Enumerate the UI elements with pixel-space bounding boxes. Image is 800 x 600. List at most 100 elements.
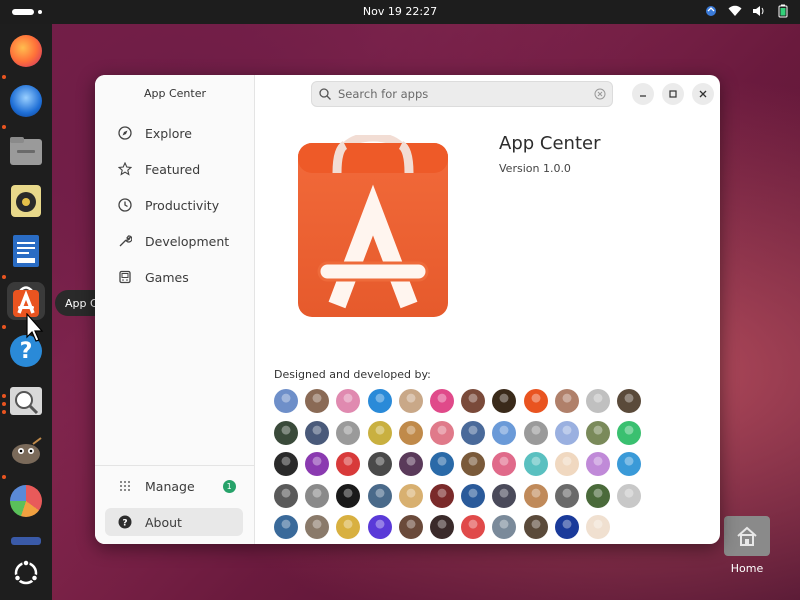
contributor-avatar[interactable]	[554, 483, 579, 508]
nav-featured[interactable]: Featured	[105, 155, 243, 183]
dock-rhythmbox[interactable]	[7, 182, 45, 220]
show-apps-button[interactable]	[7, 554, 45, 592]
nav-explore[interactable]: Explore	[105, 119, 243, 147]
contributor-avatar[interactable]	[429, 389, 454, 413]
contributor-avatar[interactable]	[398, 483, 423, 508]
nav-about[interactable]: ? About	[105, 508, 243, 536]
contributor-avatar[interactable]	[585, 483, 610, 508]
contributor-avatar[interactable]	[305, 389, 330, 413]
contributor-avatar[interactable]	[274, 420, 298, 445]
contributor-avatar[interactable]	[367, 389, 392, 413]
nav-games[interactable]: Games	[105, 263, 243, 291]
wrench-icon	[117, 233, 133, 249]
nav-manage[interactable]: Manage 1	[105, 472, 243, 500]
contributor-avatar[interactable]	[398, 452, 423, 476]
contributor-avatar[interactable]	[492, 420, 517, 445]
clear-icon[interactable]	[594, 88, 606, 100]
contributor-avatar[interactable]	[429, 515, 454, 539]
thunderbird-icon	[10, 85, 42, 117]
contributor-avatar[interactable]	[305, 420, 330, 445]
dock-writer[interactable]	[7, 232, 45, 270]
contributor-avatar[interactable]	[523, 389, 548, 413]
contributor-avatar[interactable]	[274, 483, 298, 508]
contributor-avatar[interactable]	[492, 452, 517, 476]
contributor-avatar[interactable]	[274, 389, 298, 413]
contributor-avatar[interactable]	[492, 389, 517, 413]
contributor-avatar[interactable]	[617, 420, 642, 445]
battery-icon[interactable]	[776, 4, 790, 18]
app-logo	[295, 132, 455, 325]
contributor-avatar[interactable]	[336, 389, 361, 413]
clock[interactable]: Nov 19 22:27	[0, 5, 800, 18]
dock-files[interactable]	[7, 132, 45, 170]
contributor-avatar[interactable]	[336, 452, 361, 476]
dock-image-viewer[interactable]	[7, 382, 45, 420]
update-icon[interactable]	[704, 4, 718, 18]
gamepad-icon	[117, 269, 133, 285]
search-field[interactable]	[311, 81, 613, 107]
contributor-avatar[interactable]	[554, 420, 579, 445]
contributor-avatar[interactable]	[492, 515, 517, 539]
system-tray[interactable]	[704, 4, 790, 18]
contributor-avatar[interactable]	[523, 452, 548, 476]
contributor-avatar[interactable]	[492, 483, 517, 508]
home-folder-icon[interactable]	[724, 516, 770, 556]
contributor-avatar[interactable]	[461, 452, 486, 476]
contributor-avatar[interactable]	[367, 452, 392, 476]
contributor-avatar[interactable]	[429, 420, 454, 445]
contributor-avatar[interactable]	[429, 483, 454, 508]
contributor-avatar[interactable]	[367, 420, 392, 445]
contributor-avatar[interactable]	[336, 483, 361, 508]
dock-firefox[interactable]	[7, 32, 45, 70]
contributor-avatar[interactable]	[305, 483, 330, 508]
contributor-avatar[interactable]	[336, 515, 361, 539]
contributor-avatar[interactable]	[554, 389, 579, 413]
contributor-avatar[interactable]	[585, 420, 610, 445]
wifi-icon[interactable]	[728, 4, 742, 18]
star-icon	[117, 161, 133, 177]
contributor-avatar[interactable]	[398, 389, 423, 413]
nav-label: About	[145, 514, 182, 530]
contributor-avatar[interactable]	[617, 483, 642, 508]
contributor-avatar[interactable]	[305, 515, 330, 539]
contributor-avatar[interactable]	[523, 515, 548, 539]
contributor-avatar[interactable]	[398, 515, 423, 539]
contributor-avatar[interactable]	[461, 483, 486, 508]
contributor-avatar[interactable]	[367, 515, 392, 539]
nav-label: Explore	[145, 125, 192, 141]
dock-gimp[interactable]	[7, 432, 45, 470]
contributor-avatar[interactable]	[461, 389, 486, 413]
contributor-avatar[interactable]	[367, 483, 392, 508]
contributor-avatar[interactable]	[585, 389, 610, 413]
dock-partial-app[interactable]	[7, 532, 45, 550]
contributor-avatar[interactable]	[585, 515, 610, 539]
running-indicator	[2, 325, 6, 329]
close-button[interactable]	[692, 83, 714, 105]
contributor-avatar[interactable]	[461, 515, 486, 539]
nav-development[interactable]: Development	[105, 227, 243, 255]
contributor-avatar[interactable]	[398, 420, 423, 445]
maximize-button[interactable]	[662, 83, 684, 105]
search-input[interactable]	[338, 87, 588, 101]
nav-productivity[interactable]: Productivity	[105, 191, 243, 219]
contributor-avatar[interactable]	[461, 420, 486, 445]
contributor-avatar[interactable]	[274, 515, 298, 539]
contributor-avatar[interactable]	[617, 389, 642, 413]
contributor-avatar[interactable]	[554, 452, 579, 476]
contributor-avatar[interactable]	[617, 452, 642, 476]
dock-disk-usage[interactable]	[7, 482, 45, 520]
contributor-avatar[interactable]	[523, 483, 548, 508]
maximize-icon	[669, 90, 677, 98]
volume-icon[interactable]	[752, 4, 766, 18]
contributor-avatar[interactable]	[585, 452, 610, 476]
contributor-avatar[interactable]	[274, 452, 298, 476]
contributor-avatar[interactable]	[554, 515, 579, 539]
app-icon	[11, 537, 41, 545]
contributor-avatar[interactable]	[305, 452, 330, 476]
dock-thunderbird[interactable]	[7, 82, 45, 120]
contributor-avatar[interactable]	[336, 420, 361, 445]
minimize-button[interactable]	[632, 83, 654, 105]
files-icon	[10, 137, 42, 165]
contributor-avatar[interactable]	[523, 420, 548, 445]
contributor-avatar[interactable]	[429, 452, 454, 476]
